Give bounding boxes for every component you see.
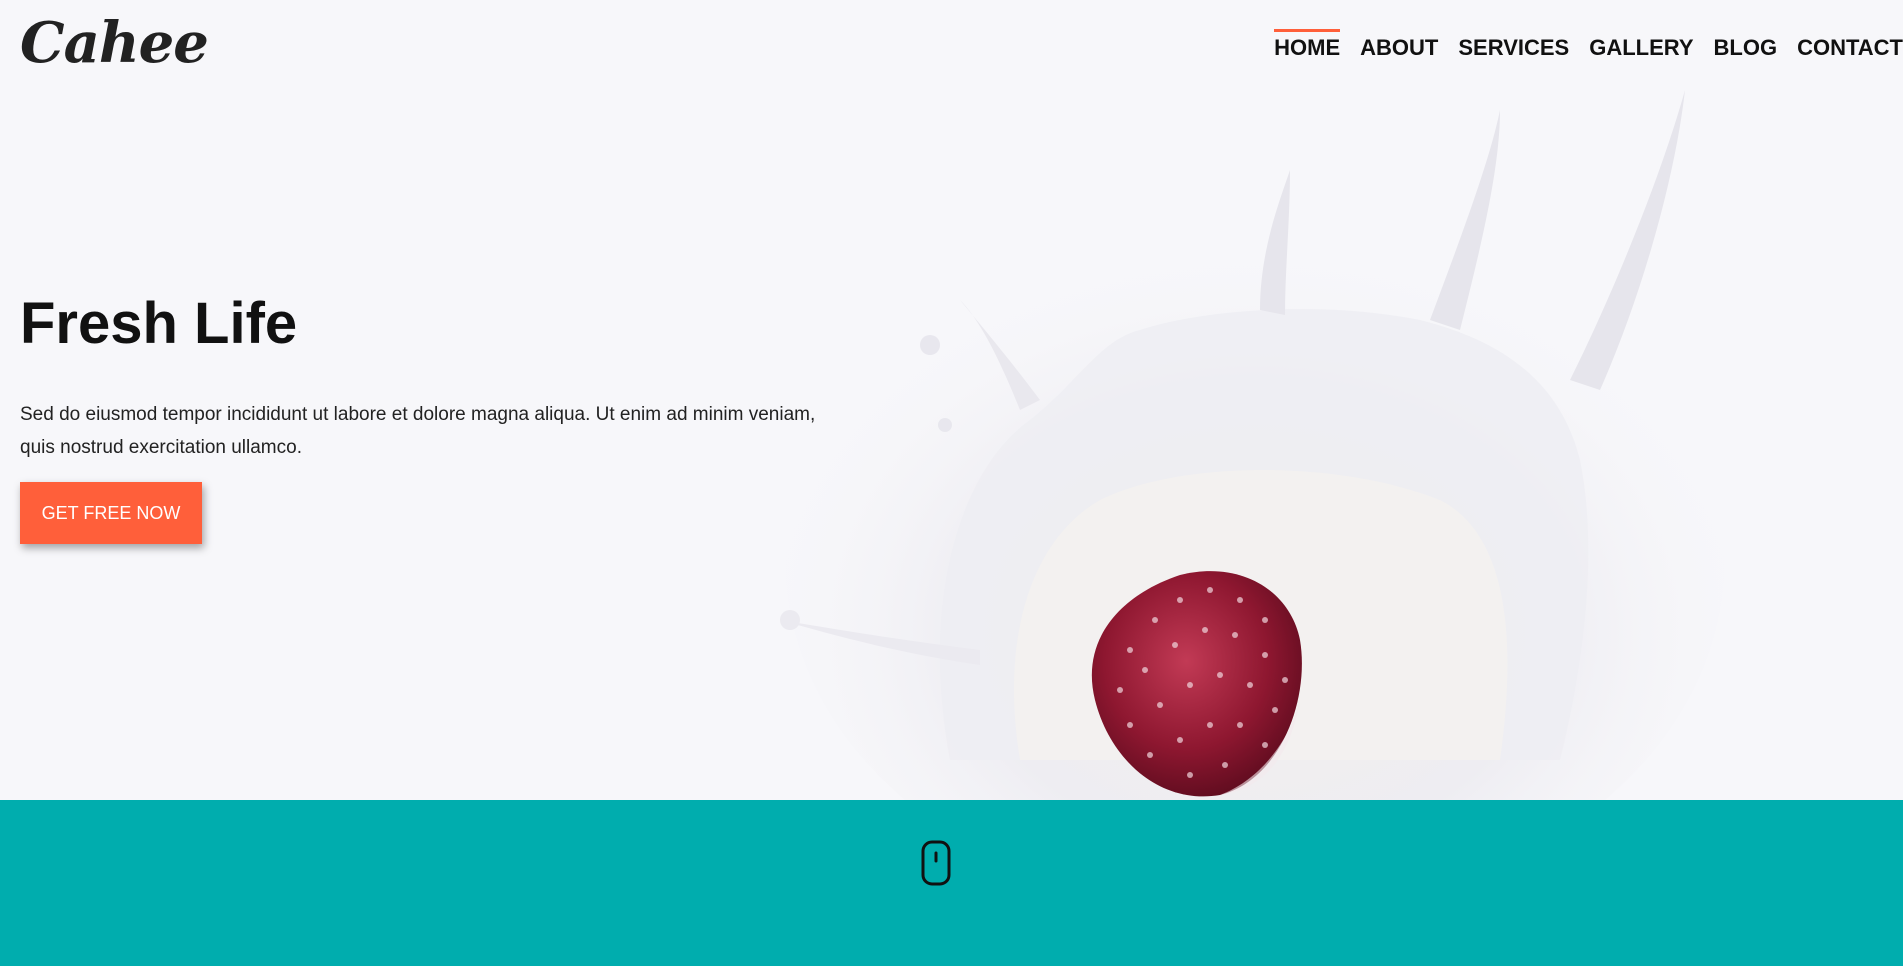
main-nav: HOME ABOUT SERVICES GALLERY BLOG CONTACT <box>1254 28 1903 68</box>
brand-logo[interactable]: Cahee <box>20 10 209 76</box>
nav-item-services[interactable]: SERVICES <box>1458 29 1569 67</box>
scroll-band <box>0 800 1903 966</box>
get-free-now-button[interactable]: GET FREE NOW <box>20 482 202 544</box>
mouse-icon[interactable] <box>921 840 951 886</box>
hero-title: Fresh Life <box>20 291 298 356</box>
nav-item-gallery[interactable]: GALLERY <box>1589 29 1693 67</box>
nav-item-contact[interactable]: CONTACT <box>1797 29 1903 67</box>
hero-section: Cahee HOME ABOUT SERVICES GALLERY BLOG C… <box>0 0 1903 800</box>
hero-description: Sed do eiusmod tempor incididunt ut labo… <box>20 404 816 458</box>
nav-item-blog[interactable]: BLOG <box>1714 29 1778 67</box>
nav-item-about[interactable]: ABOUT <box>1360 29 1438 67</box>
nav-item-home[interactable]: HOME <box>1274 29 1341 67</box>
milk-splash-image <box>780 90 1725 800</box>
